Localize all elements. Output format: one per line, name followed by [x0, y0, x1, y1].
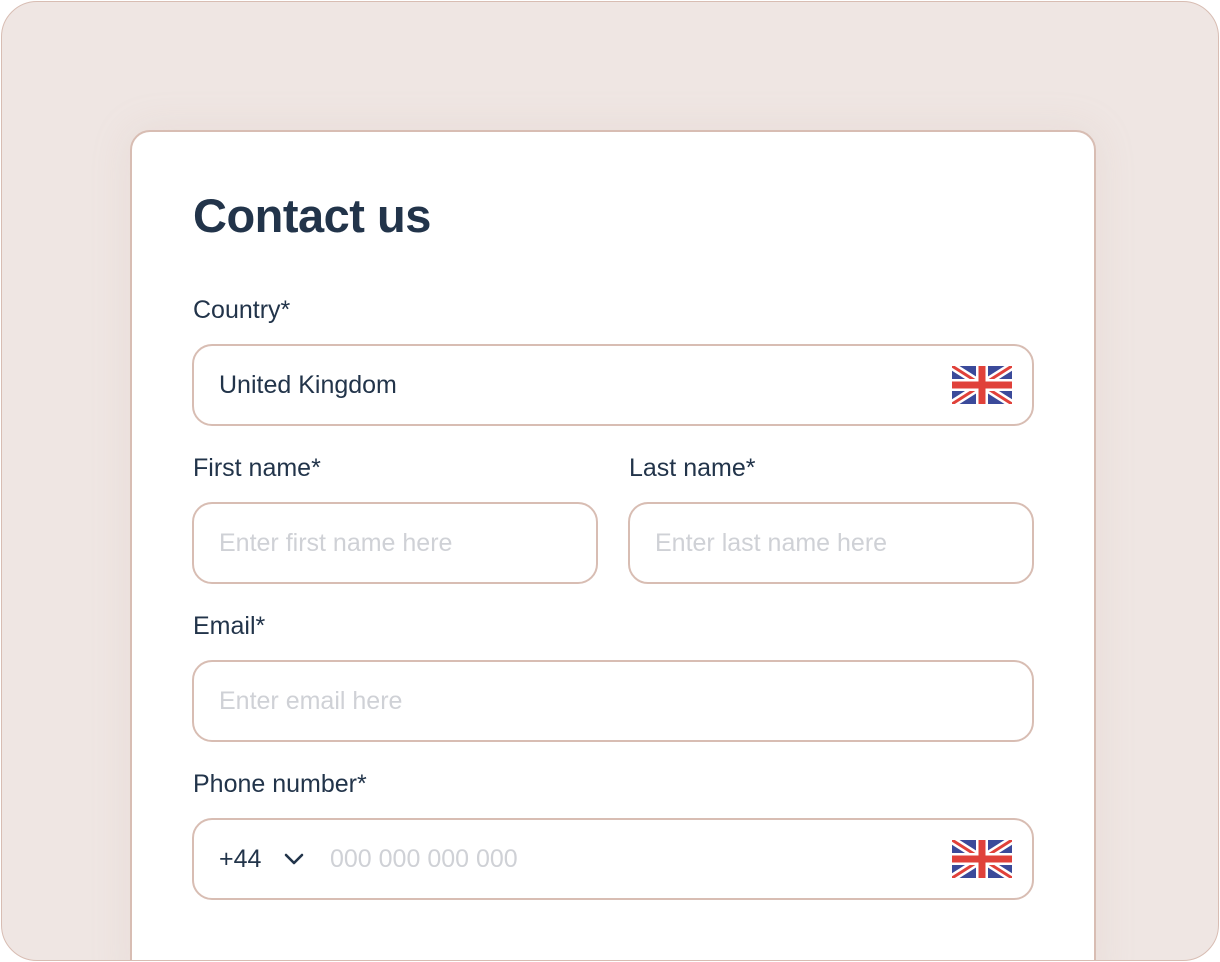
app-frame: Contact us Country* United Kingdom First…: [1, 1, 1219, 961]
country-value: United Kingdom: [219, 371, 397, 399]
last-name-label: Last name*: [629, 454, 756, 482]
last-name-field[interactable]: [628, 502, 1034, 584]
page-title: Contact us: [193, 189, 431, 242]
phone-input[interactable]: [330, 820, 890, 898]
email-input[interactable]: [219, 662, 1009, 740]
uk-flag-icon: [952, 840, 1012, 878]
email-label: Email*: [193, 612, 266, 640]
phone-label: Phone number*: [193, 770, 367, 798]
phone-field[interactable]: +44: [192, 818, 1034, 900]
country-select[interactable]: United Kingdom: [192, 344, 1034, 426]
last-name-input[interactable]: [655, 504, 1015, 582]
first-name-field[interactable]: [192, 502, 598, 584]
dial-code-dropdown[interactable]: +44: [219, 820, 305, 898]
first-name-input[interactable]: [219, 504, 579, 582]
email-field[interactable]: [192, 660, 1034, 742]
dial-code-value: +44: [219, 844, 262, 873]
contact-form-card: Contact us Country* United Kingdom First…: [130, 130, 1096, 960]
chevron-down-icon: [285, 853, 304, 865]
first-name-label: First name*: [193, 454, 321, 482]
country-label: Country*: [193, 296, 291, 324]
uk-flag-icon: [952, 366, 1012, 404]
